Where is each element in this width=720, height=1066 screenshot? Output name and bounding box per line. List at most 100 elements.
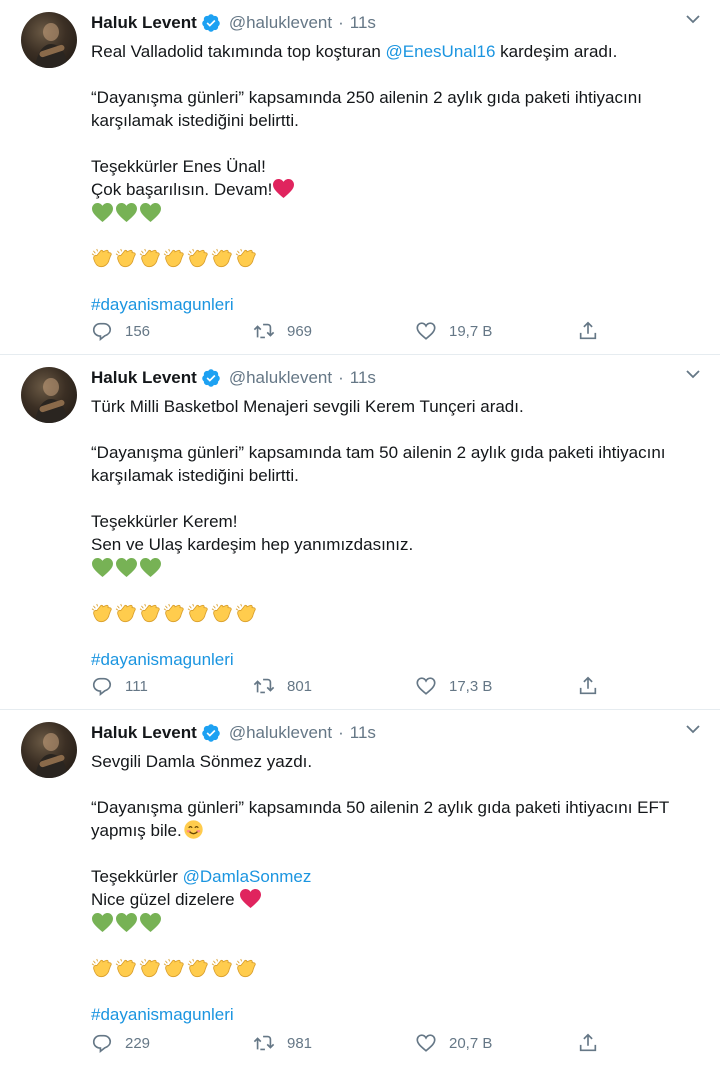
retweet-button[interactable]: 981 [253, 1032, 415, 1054]
reply-button[interactable]: 111 [91, 675, 253, 697]
smiling-face-emoji-icon [184, 820, 203, 839]
author-handle[interactable]: @haluklevent [229, 723, 332, 743]
retweet-count: 969 [287, 322, 313, 340]
author-name[interactable]: Haluk Levent [91, 368, 197, 388]
tweet-text: Real Valladolid takımında top koşturan @… [91, 40, 691, 316]
clapping-hands-emoji-icon [91, 603, 112, 623]
reply-icon [92, 322, 112, 341]
text-line: Teşekkürler Enes Ünal! [91, 157, 266, 176]
verified-badge-icon [201, 723, 221, 743]
share-icon [579, 1033, 597, 1052]
clapping-hands-emoji-icon [91, 248, 112, 268]
hashtag-link[interactable]: #dayanismagunleri [91, 295, 234, 314]
green-heart-emoji-icon [116, 912, 137, 933]
timeline-feed: Haluk Levent @haluklevent · 11s Real Val… [0, 0, 720, 1066]
timestamp[interactable]: 11s [350, 368, 376, 388]
text-line: Teşekkürler Kerem! [91, 512, 238, 531]
reply-button[interactable]: 229 [91, 1032, 253, 1054]
verified-badge-icon [201, 368, 221, 388]
retweet-button[interactable]: 969 [253, 320, 415, 342]
text-line: Sevgili Damla Sönmez yazdı. [91, 752, 313, 771]
hashtag-link[interactable]: #dayanismagunleri [91, 650, 234, 669]
avatar[interactable] [21, 12, 77, 68]
text-segment: kardeşim aradı. [495, 42, 618, 61]
clapping-hands-emoji-icon [211, 603, 232, 623]
hashtag-link[interactable]: #dayanismagunleri [91, 1005, 234, 1024]
red-heart-emoji-icon [240, 888, 262, 909]
green-hearts-row [91, 201, 691, 224]
text-paragraph: “Dayanışma günleri” kapsamında 50 aileni… [91, 798, 669, 840]
heart-icon [416, 677, 436, 695]
verified-badge-icon [201, 13, 221, 33]
green-heart-emoji-icon [92, 202, 113, 223]
share-button[interactable] [577, 675, 611, 697]
chevron-down-icon[interactable] [686, 14, 700, 24]
share-button[interactable] [577, 320, 611, 342]
clapping-hands-emoji-icon [91, 958, 112, 978]
tweet-text: Türk Milli Basketbol Menajeri sevgili Ke… [91, 395, 691, 671]
clapping-hands-emoji-icon [235, 248, 256, 268]
clapping-hands-emoji-icon [139, 958, 160, 978]
author-handle[interactable]: @haluklevent [229, 13, 332, 33]
clapping-hands-emoji-icon [115, 603, 136, 623]
green-heart-emoji-icon [92, 557, 113, 578]
heart-icon [416, 1034, 436, 1052]
share-button[interactable] [577, 1032, 611, 1054]
tweet-actions: 111 801 17,3 B [91, 675, 611, 697]
author-handle[interactable]: @haluklevent [229, 368, 332, 388]
mention-link[interactable]: @DamlaSonmez [183, 867, 312, 886]
reply-count: 156 [125, 322, 151, 340]
chevron-down-icon[interactable] [686, 724, 700, 734]
like-button[interactable]: 20,7 B [415, 1032, 577, 1054]
tweet-text: Sevgili Damla Sönmez yazdı. “Dayanışma g… [91, 750, 691, 1026]
clapping-hands-emoji-icon [235, 603, 256, 623]
clapping-hands-emoji-icon [187, 248, 208, 268]
green-hearts-row [91, 556, 691, 579]
author-name[interactable]: Haluk Levent [91, 723, 197, 743]
tweet-card[interactable]: Haluk Levent @haluklevent · 11s Türk Mil… [0, 355, 720, 710]
text-paragraph: “Dayanışma günleri” kapsamında 250 ailen… [91, 88, 642, 130]
text-line: Nice güzel dizelere [91, 890, 235, 909]
reply-button[interactable]: 156 [91, 320, 253, 342]
clapping-hands-row [91, 957, 691, 980]
clapping-hands-emoji-icon [139, 248, 160, 268]
reply-icon [92, 677, 112, 696]
like-count: 19,7 B [449, 322, 493, 340]
text-line: Türk Milli Basketbol Menajeri sevgili Ke… [91, 397, 524, 416]
share-icon [579, 676, 597, 695]
clapping-hands-row [91, 247, 691, 270]
clapping-hands-emoji-icon [115, 248, 136, 268]
retweet-icon [253, 1035, 275, 1051]
avatar[interactable] [21, 722, 77, 778]
separator-dot: · [338, 13, 344, 32]
green-hearts-row [91, 911, 691, 934]
text-segment: Teşekkürler [91, 867, 183, 886]
clapping-hands-emoji-icon [163, 958, 184, 978]
retweet-count: 981 [287, 1034, 313, 1052]
like-button[interactable]: 19,7 B [415, 320, 577, 342]
green-heart-emoji-icon [140, 557, 161, 578]
green-heart-emoji-icon [140, 202, 161, 223]
clapping-hands-emoji-icon [211, 248, 232, 268]
clapping-hands-emoji-icon [163, 603, 184, 623]
clapping-hands-emoji-icon [187, 958, 208, 978]
timestamp[interactable]: 11s [350, 723, 376, 743]
tweet-card[interactable]: Haluk Levent @haluklevent · 11s Real Val… [0, 0, 720, 355]
retweet-icon [253, 678, 275, 694]
retweet-button[interactable]: 801 [253, 675, 415, 697]
reply-count: 229 [125, 1034, 151, 1052]
like-count: 17,3 B [449, 677, 493, 695]
timestamp[interactable]: 11s [350, 13, 376, 33]
clapping-hands-emoji-icon [211, 958, 232, 978]
author-name[interactable]: Haluk Levent [91, 13, 197, 33]
green-heart-emoji-icon [140, 912, 161, 933]
avatar[interactable] [21, 367, 77, 423]
like-button[interactable]: 17,3 B [415, 675, 577, 697]
text-segment: Real Valladolid takımında top koşturan [91, 42, 386, 61]
separator-dot: · [338, 723, 344, 742]
tweet-card[interactable]: Haluk Levent @haluklevent · 11s Sevgili … [0, 710, 720, 1066]
clapping-hands-emoji-icon [187, 603, 208, 623]
reply-count: 111 [125, 677, 148, 695]
chevron-down-icon[interactable] [686, 369, 700, 379]
mention-link[interactable]: @EnesUnal16 [386, 42, 496, 61]
